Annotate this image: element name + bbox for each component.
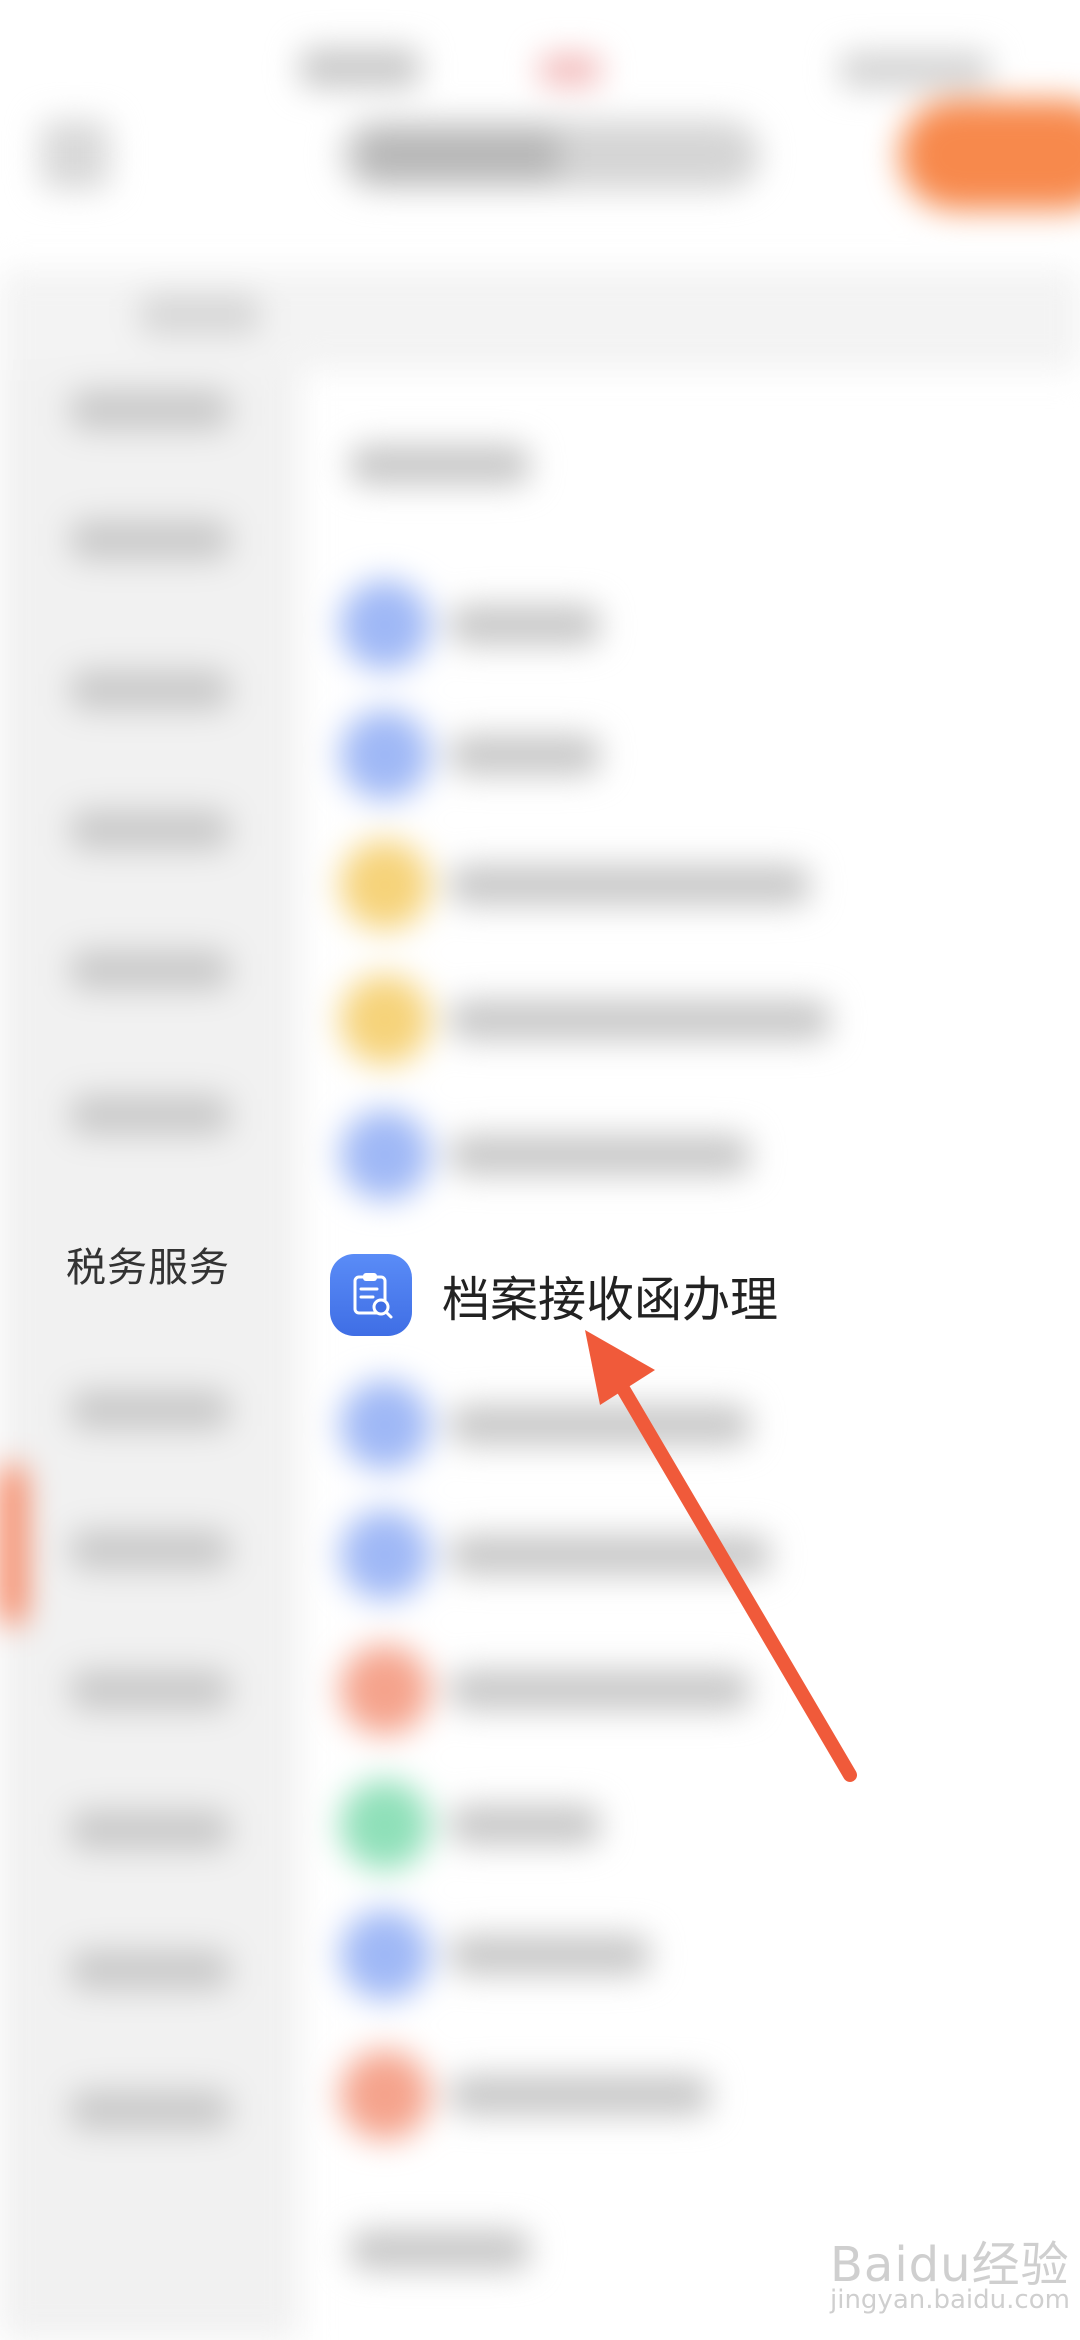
sidebar xyxy=(0,370,300,2340)
app-screen: 税务服务 档案接收函办理 Baidu经验 jingyan.baidu.com xyxy=(0,0,1080,2340)
sidebar-item[interactable] xyxy=(70,1950,230,1990)
list-item-icon[interactable] xyxy=(340,580,430,670)
orange-action-button[interactable] xyxy=(900,100,1080,210)
list-item-label[interactable] xyxy=(450,1535,770,1575)
sidebar-item[interactable] xyxy=(70,1390,230,1430)
list-item-label[interactable] xyxy=(450,735,600,775)
list-item-label[interactable] xyxy=(450,1135,750,1175)
status-network-icon xyxy=(540,55,600,85)
sidebar-item[interactable] xyxy=(70,390,230,430)
section-title xyxy=(350,2230,530,2270)
baidu-watermark-url: jingyan.baidu.com xyxy=(830,2285,1070,2315)
list-item-archive-receipt[interactable]: 档案接收函办理 xyxy=(330,1240,950,1350)
sidebar-item[interactable] xyxy=(70,670,230,710)
clipboard-search-icon xyxy=(330,1254,412,1336)
list-item-label[interactable] xyxy=(450,605,600,645)
sidebar-item[interactable] xyxy=(70,1530,230,1570)
list-item-icon[interactable] xyxy=(340,1780,430,1870)
list-item-icon[interactable] xyxy=(340,1110,430,1200)
sidebar-active-indicator xyxy=(0,1465,24,1625)
list-item-label[interactable] xyxy=(450,865,810,905)
sidebar-item-tax-service[interactable]: 税务服务 xyxy=(66,1235,230,1293)
sidebar-item[interactable] xyxy=(70,810,230,850)
list-item-label: 档案接收函办理 xyxy=(442,1272,779,1328)
status-battery-icon xyxy=(840,52,990,88)
back-button[interactable] xyxy=(40,120,110,190)
list-item-label[interactable] xyxy=(450,1805,600,1845)
list-item-icon[interactable] xyxy=(340,2050,430,2140)
sidebar-item[interactable] xyxy=(70,2090,230,2130)
list-item-label[interactable] xyxy=(450,1405,750,1445)
blurred-background xyxy=(0,0,1080,2340)
status-time xyxy=(300,48,420,88)
search-placeholder xyxy=(360,130,560,180)
list-item-icon[interactable] xyxy=(340,975,430,1065)
sub-header-text xyxy=(140,295,260,335)
list-item-label[interactable] xyxy=(450,1935,650,1975)
sidebar-item[interactable] xyxy=(70,1670,230,1710)
list-item-icon[interactable] xyxy=(340,840,430,930)
list-item-label[interactable] xyxy=(450,1000,830,1040)
list-item-icon[interactable] xyxy=(340,1380,430,1470)
list-item-icon[interactable] xyxy=(340,710,430,800)
list-item-icon[interactable] xyxy=(340,1510,430,1600)
list-item-label[interactable] xyxy=(450,1670,750,1710)
sidebar-item[interactable] xyxy=(70,520,230,560)
list-item-icon[interactable] xyxy=(340,1645,430,1735)
section-title xyxy=(350,445,530,485)
list-item-label[interactable] xyxy=(450,2075,710,2115)
sidebar-item[interactable] xyxy=(70,1810,230,1850)
sidebar-item[interactable] xyxy=(70,950,230,990)
list-item-icon[interactable] xyxy=(340,1910,430,2000)
sidebar-item[interactable] xyxy=(70,1095,230,1135)
